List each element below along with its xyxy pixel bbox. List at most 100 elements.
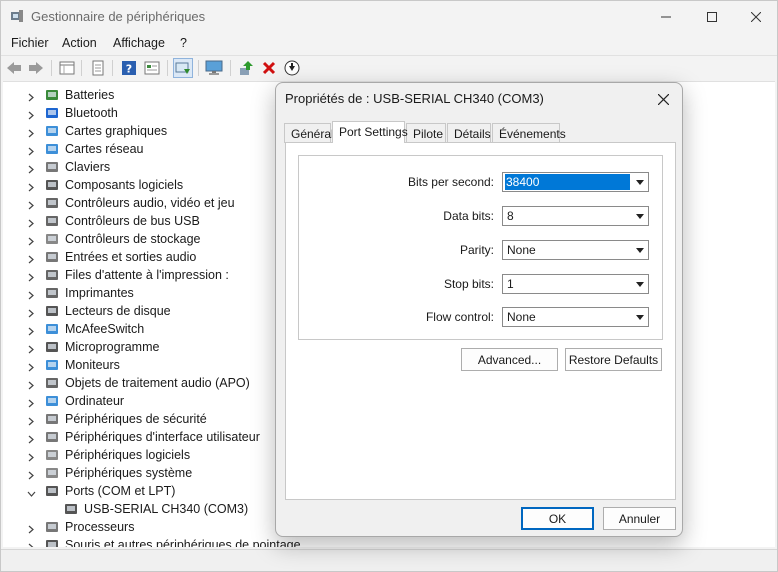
chevron-right-icon[interactable] (27, 523, 35, 534)
data-bits-value: 8 (507, 209, 514, 223)
tree-item[interactable]: Imprimantes (3, 284, 303, 302)
chevron-right-icon[interactable] (27, 397, 35, 408)
menu-affichage[interactable]: Affichage (113, 36, 165, 50)
tree-item-label: Périphériques de sécurité (65, 412, 207, 426)
tree-item[interactable]: Contrôleurs de bus USB (3, 212, 303, 230)
chevron-right-icon[interactable] (27, 343, 35, 354)
flow-control-select[interactable]: None (502, 307, 649, 327)
tree-item[interactable]: Cartes réseau (3, 140, 303, 158)
chevron-right-icon[interactable] (27, 307, 35, 318)
advanced-button[interactable]: Advanced... (461, 348, 558, 371)
chevron-right-icon[interactable] (27, 199, 35, 210)
tree-item-label: McAfeeSwitch (65, 322, 145, 336)
chevron-right-icon[interactable] (27, 379, 35, 390)
chevron-right-icon[interactable] (27, 451, 35, 462)
cancel-button[interactable]: Annuler (603, 507, 676, 530)
tree-item-usb-serial-ch340[interactable]: USB-SERIAL CH340 (COM3) (3, 500, 303, 518)
tree-item-label: Contrôleurs de bus USB (65, 214, 200, 228)
port-settings-group: Bits per second: 38400 Data bits: 8 Pari… (298, 155, 663, 340)
chevron-right-icon[interactable] (27, 415, 35, 426)
chevron-right-icon[interactable] (27, 541, 35, 547)
menu-help[interactable]: ? (180, 36, 187, 50)
chevron-right-icon[interactable] (27, 181, 35, 192)
properties-view-icon[interactable] (57, 58, 77, 78)
tree-item[interactable]: Entrées et sorties audio (3, 248, 303, 266)
tree-item[interactable]: Lecteurs de disque (3, 302, 303, 320)
tab-evenements[interactable]: Événements (492, 123, 566, 143)
chevron-right-icon[interactable] (27, 109, 35, 120)
tree-item[interactable]: Files d'attente à l'impression : (3, 266, 303, 284)
minimize-button[interactable] (643, 1, 689, 33)
chevron-right-icon[interactable] (27, 253, 35, 264)
tree-item-label: Batteries (65, 88, 115, 102)
tree-item-label: Composants logiciels (65, 178, 184, 192)
forward-arrow-icon[interactable] (26, 58, 46, 78)
tree-item[interactable]: Périphériques de sécurité (3, 410, 303, 428)
data-bits-select[interactable]: 8 (502, 206, 649, 226)
tab-port-settings[interactable]: Port Settings (332, 121, 408, 143)
monitor-icon[interactable] (204, 58, 224, 78)
chevron-right-icon[interactable] (27, 289, 35, 300)
tab-general[interactable]: Général (284, 123, 334, 143)
tree-item[interactable]: Processeurs (3, 518, 303, 536)
device-category-icon (44, 249, 60, 265)
tree-item[interactable]: Batteries (3, 86, 303, 104)
tree-item[interactable]: Périphériques d'interface utilisateur (3, 428, 303, 446)
bits-per-second-select[interactable]: 38400 (502, 172, 649, 192)
back-arrow-icon[interactable] (4, 58, 24, 78)
tree-item[interactable]: Bluetooth (3, 104, 303, 122)
close-window-button[interactable] (733, 1, 778, 33)
tree-item[interactable]: Objets de traitement audio (APO) (3, 374, 303, 392)
tree-item[interactable]: Contrôleurs de stockage (3, 230, 303, 248)
menu-bar: Fichier Action Affichage ? (1, 33, 777, 53)
device-category-icon (44, 465, 60, 481)
help-icon[interactable]: ? (119, 58, 139, 78)
chevron-right-icon[interactable] (27, 271, 35, 282)
maximize-button[interactable] (689, 1, 735, 33)
scan-hardware-icon[interactable] (173, 58, 193, 78)
tree-item[interactable]: Souris et autres périphériques de pointa… (3, 536, 303, 547)
parity-select[interactable]: None (502, 240, 649, 260)
document-icon[interactable] (88, 58, 108, 78)
action-view-icon[interactable] (142, 58, 162, 78)
download-circle-icon[interactable] (282, 58, 302, 78)
tree-item-label: Processeurs (65, 520, 135, 534)
chevron-right-icon[interactable] (27, 469, 35, 480)
tab-details[interactable]: Détails (447, 123, 491, 143)
device-category-icon (44, 339, 60, 355)
tree-item[interactable]: Microprogramme (3, 338, 303, 356)
menu-fichier[interactable]: Fichier (11, 36, 49, 50)
restore-defaults-button[interactable]: Restore Defaults (565, 348, 662, 371)
chevron-right-icon[interactable] (27, 217, 35, 228)
tree-item[interactable]: Ports (COM et LPT) (3, 482, 303, 500)
flow-control-value: None (507, 310, 536, 324)
tree-item-label: Bluetooth (65, 106, 118, 120)
device-category-icon (44, 519, 60, 535)
tree-item[interactable]: Composants logiciels (3, 176, 303, 194)
tab-pilote[interactable]: Pilote (406, 123, 446, 143)
chevron-right-icon[interactable] (27, 91, 35, 102)
tree-item[interactable]: Ordinateur (3, 392, 303, 410)
stop-bits-select[interactable]: 1 (502, 274, 649, 294)
chevron-right-icon[interactable] (27, 145, 35, 156)
device-category-icon (44, 483, 60, 499)
tree-item[interactable]: McAfeeSwitch (3, 320, 303, 338)
chevron-down-icon[interactable] (27, 487, 36, 497)
chevron-right-icon[interactable] (27, 325, 35, 336)
chevron-right-icon[interactable] (27, 433, 35, 444)
tree-item[interactable]: Cartes graphiques (3, 122, 303, 140)
chevron-right-icon[interactable] (27, 235, 35, 246)
chevron-right-icon[interactable] (27, 361, 35, 372)
tree-item[interactable]: Moniteurs (3, 356, 303, 374)
chevron-right-icon[interactable] (27, 163, 35, 174)
tree-item[interactable]: Claviers (3, 158, 303, 176)
tree-item[interactable]: Contrôleurs audio, vidéo et jeu (3, 194, 303, 212)
chevron-right-icon[interactable] (27, 127, 35, 138)
uninstall-icon[interactable] (259, 58, 279, 78)
tree-item[interactable]: Périphériques logiciels (3, 446, 303, 464)
update-driver-icon[interactable] (236, 58, 256, 78)
close-dialog-button[interactable] (648, 86, 678, 112)
tree-item[interactable]: Périphériques système (3, 464, 303, 482)
ok-button[interactable]: OK (521, 507, 594, 530)
menu-action[interactable]: Action (62, 36, 97, 50)
